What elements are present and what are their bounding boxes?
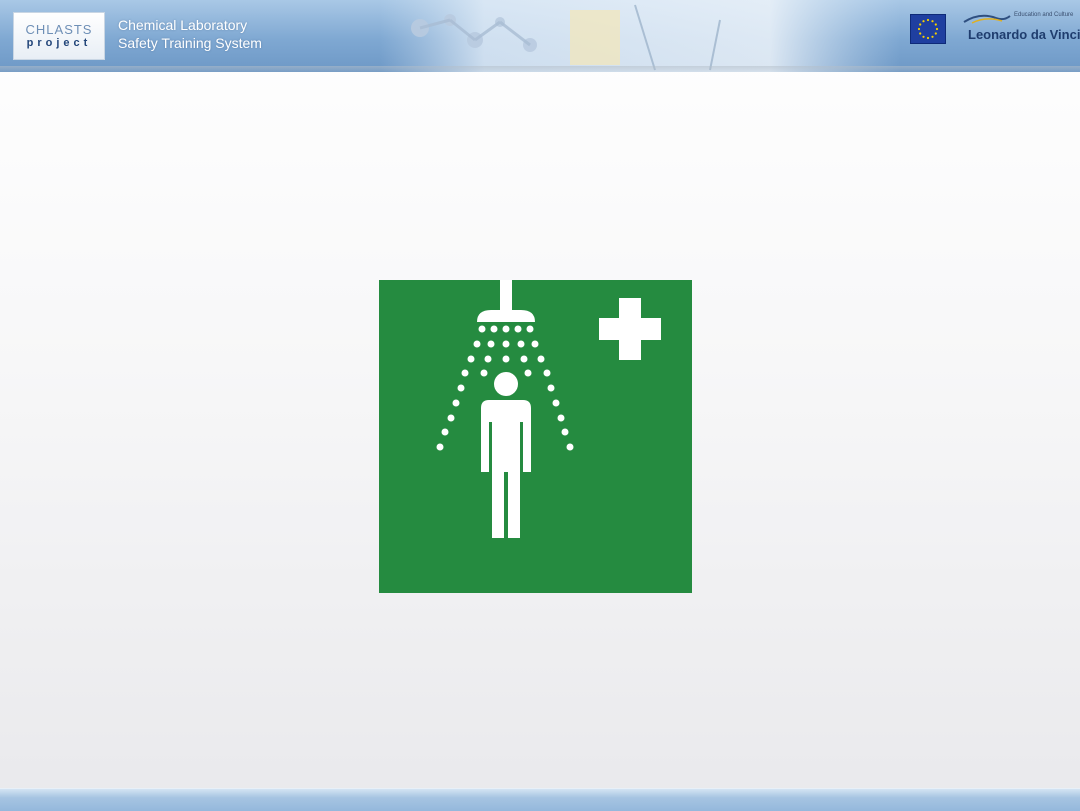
- chlasts-logo: CHLASTS project: [13, 12, 105, 60]
- safety-shower-symbol: [436, 280, 661, 538]
- ldv-tagline: Education and Culture: [1014, 12, 1074, 18]
- eu-stars: [917, 18, 939, 40]
- header-shadow: [0, 66, 1080, 72]
- header-molecule-art: [380, 0, 900, 72]
- eu-flag-icon: [910, 14, 946, 44]
- leonardo-da-vinci-logo: Education and Culture Leonardo da Vinci: [962, 10, 1080, 48]
- header-banner: CHLASTS project Chemical Laboratory Safe…: [0, 0, 1080, 72]
- footer-bar: [0, 788, 1080, 811]
- header-title: Chemical Laboratory Safety Training Syst…: [118, 16, 262, 52]
- ldv-swoosh-icon: [963, 14, 1011, 24]
- header-title-line1: Chemical Laboratory: [118, 17, 248, 33]
- logo-sub: project: [26, 36, 92, 49]
- header-title-line2: Safety Training System: [118, 35, 262, 51]
- emergency-safety-shower-icon: [379, 280, 692, 593]
- ldv-name: Leonardo da Vinci: [968, 27, 1080, 42]
- logo-name: CHLASTS: [25, 21, 93, 37]
